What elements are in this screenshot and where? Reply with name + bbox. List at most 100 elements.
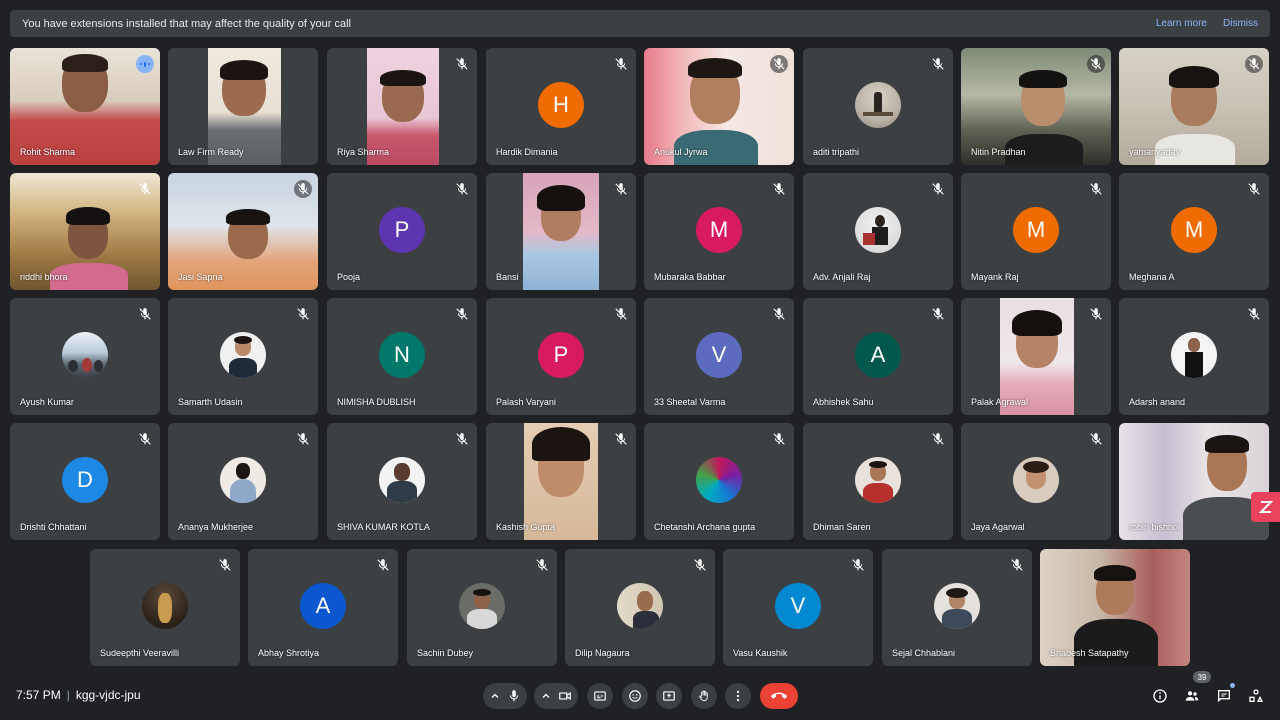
participant-tile[interactable]: riddhi bhora xyxy=(10,173,160,290)
mic-off-icon xyxy=(1245,55,1263,73)
mic-off-icon xyxy=(1087,55,1105,73)
camera-icon[interactable] xyxy=(558,689,572,703)
participant-tile[interactable]: Bansi xyxy=(486,173,636,290)
participant-tile[interactable]: P Pooja xyxy=(327,173,477,290)
meeting-code[interactable]: kgg-vjdc-jpu xyxy=(76,688,141,702)
people-icon xyxy=(1185,691,1199,701)
participant-tile[interactable]: Jasi Sapna xyxy=(168,173,318,290)
chat-icon xyxy=(1218,690,1230,703)
meeting-info: 7:57 PM | kgg-vjdc-jpu xyxy=(16,688,141,702)
participant-initial-avatar: M xyxy=(696,206,742,253)
participant-photo-avatar xyxy=(855,206,901,253)
mic-off-icon xyxy=(772,432,786,446)
more-options-button[interactable] xyxy=(725,683,751,709)
participant-tile[interactable]: Ananya Mukherjee xyxy=(168,423,318,540)
chevron-up-icon[interactable] xyxy=(489,690,501,702)
participant-tile[interactable]: V Vasu Kaushik xyxy=(723,549,873,666)
participant-tile[interactable]: Bhabesh Satapathy xyxy=(1040,549,1190,666)
participant-tile[interactable]: Sachin Dubey xyxy=(407,549,557,666)
captions-button[interactable] xyxy=(587,683,613,709)
participant-tile[interactable]: Sejal Chhablani xyxy=(882,549,1032,666)
participant-tile[interactable]: D Drishti Chhattani xyxy=(10,423,160,540)
participant-name: Drishti Chhattani xyxy=(20,522,87,532)
participant-name: Bansi xyxy=(496,272,519,282)
participant-tile[interactable]: A Abhishek Sahu xyxy=(803,298,953,415)
people-button[interactable] xyxy=(1182,686,1202,706)
microphone-control[interactable] xyxy=(483,683,527,709)
participant-initial-avatar: V xyxy=(775,582,821,629)
mic-off-icon xyxy=(296,432,310,446)
participant-name: Anukul Jyrwa xyxy=(654,147,708,157)
participant-tile[interactable]: Anukul Jyrwa xyxy=(644,48,794,165)
mic-off-icon xyxy=(1247,307,1261,321)
participant-tile[interactable]: SHIVA KUMAR KOTLA xyxy=(327,423,477,540)
participant-tile[interactable]: Chetanshi Archana gupta xyxy=(644,423,794,540)
participant-name: Rohit Sharma xyxy=(20,147,76,157)
raise-hand-icon xyxy=(699,690,708,702)
mic-off-icon xyxy=(770,55,788,73)
participant-tile[interactable]: V 33 Sheetal Varma xyxy=(644,298,794,415)
participant-tile[interactable]: Ayush Kumar xyxy=(10,298,160,415)
participant-name: Mayank Raj xyxy=(971,272,1019,282)
participant-photo-avatar xyxy=(220,331,266,378)
mic-off-icon xyxy=(455,432,469,446)
participant-tile[interactable]: Palak Agrawal xyxy=(961,298,1111,415)
participant-tile[interactable]: Rohit Sharma xyxy=(10,48,160,165)
reactions-button[interactable] xyxy=(622,683,648,709)
mic-off-icon xyxy=(614,432,628,446)
participant-name: yamanyadav xyxy=(1129,147,1181,157)
participant-tile[interactable]: Adarsh anand xyxy=(1119,298,1269,415)
participant-photo-avatar xyxy=(855,456,901,503)
participant-tile[interactable]: M Mayank Raj xyxy=(961,173,1111,290)
participant-tile[interactable]: yamanyadav xyxy=(1119,48,1269,165)
meeting-details-button[interactable] xyxy=(1150,686,1170,706)
participant-tile[interactable]: M Meghana A xyxy=(1119,173,1269,290)
present-icon xyxy=(663,691,675,701)
participant-tile[interactable]: Adv. Anjali Raj xyxy=(803,173,953,290)
participant-photo-avatar xyxy=(62,331,108,378)
participant-tile[interactable]: Nitin Pradhan xyxy=(961,48,1111,165)
participant-tile[interactable]: Sudeepthi Veeravilli xyxy=(90,549,240,666)
mic-off-icon xyxy=(614,182,628,196)
present-button[interactable] xyxy=(656,683,682,709)
participant-name: Sudeepthi Veeravilli xyxy=(100,648,180,658)
activities-button[interactable] xyxy=(1246,686,1266,706)
end-call-button[interactable] xyxy=(760,683,798,709)
participant-tile[interactable]: Jaya Agarwal xyxy=(961,423,1111,540)
participant-name: Chetanshi Archana gupta xyxy=(654,522,756,532)
participant-tile[interactable]: A Abhay Shrotiya xyxy=(248,549,398,666)
participant-name: Jaya Agarwal xyxy=(971,522,1025,532)
raise-hand-button[interactable] xyxy=(691,683,717,709)
speaking-indicator-icon xyxy=(136,55,154,73)
participant-tile[interactable]: M Mubaraka Babbar xyxy=(644,173,794,290)
participant-tile[interactable]: robin bishnoi xyxy=(1119,423,1269,540)
participant-tile[interactable]: Samarth Udasin xyxy=(168,298,318,415)
mic-icon[interactable] xyxy=(507,689,521,703)
end-call-icon xyxy=(771,692,787,699)
participant-name: Kashish Gupta xyxy=(496,522,556,532)
camera-control[interactable] xyxy=(534,683,578,709)
participant-tile[interactable]: Dhiman Saren xyxy=(803,423,953,540)
participant-tile[interactable]: N NIMISHA DUBLISH xyxy=(327,298,477,415)
participant-tile[interactable]: H Hardik Dimania xyxy=(486,48,636,165)
mic-off-icon xyxy=(693,558,707,572)
participant-initial-avatar: H xyxy=(538,81,584,128)
participant-tile[interactable]: aditi tripathi xyxy=(803,48,953,165)
participant-name: Adarsh anand xyxy=(1129,397,1186,407)
mic-off-icon xyxy=(772,307,786,321)
participant-photo-avatar xyxy=(617,582,663,629)
participant-initial-avatar: N xyxy=(379,331,425,378)
participant-tile[interactable]: Kashish Gupta xyxy=(486,423,636,540)
chevron-up-icon[interactable] xyxy=(540,690,552,702)
participant-tile[interactable]: Riya Sharma xyxy=(327,48,477,165)
mic-off-icon xyxy=(851,558,865,572)
participant-tile[interactable]: Dilip Nagaura xyxy=(565,549,715,666)
participant-tile[interactable]: Law Firm Ready xyxy=(168,48,318,165)
chat-button[interactable] xyxy=(1214,683,1235,706)
participant-tile[interactable]: P Palash Varyani xyxy=(486,298,636,415)
participant-name: Vasu Kaushik xyxy=(733,648,788,658)
info-icon xyxy=(1153,689,1167,703)
mic-off-icon xyxy=(931,57,945,71)
side-panel-toggle-button[interactable] xyxy=(1251,492,1280,522)
participant-photo-avatar xyxy=(1171,331,1217,378)
